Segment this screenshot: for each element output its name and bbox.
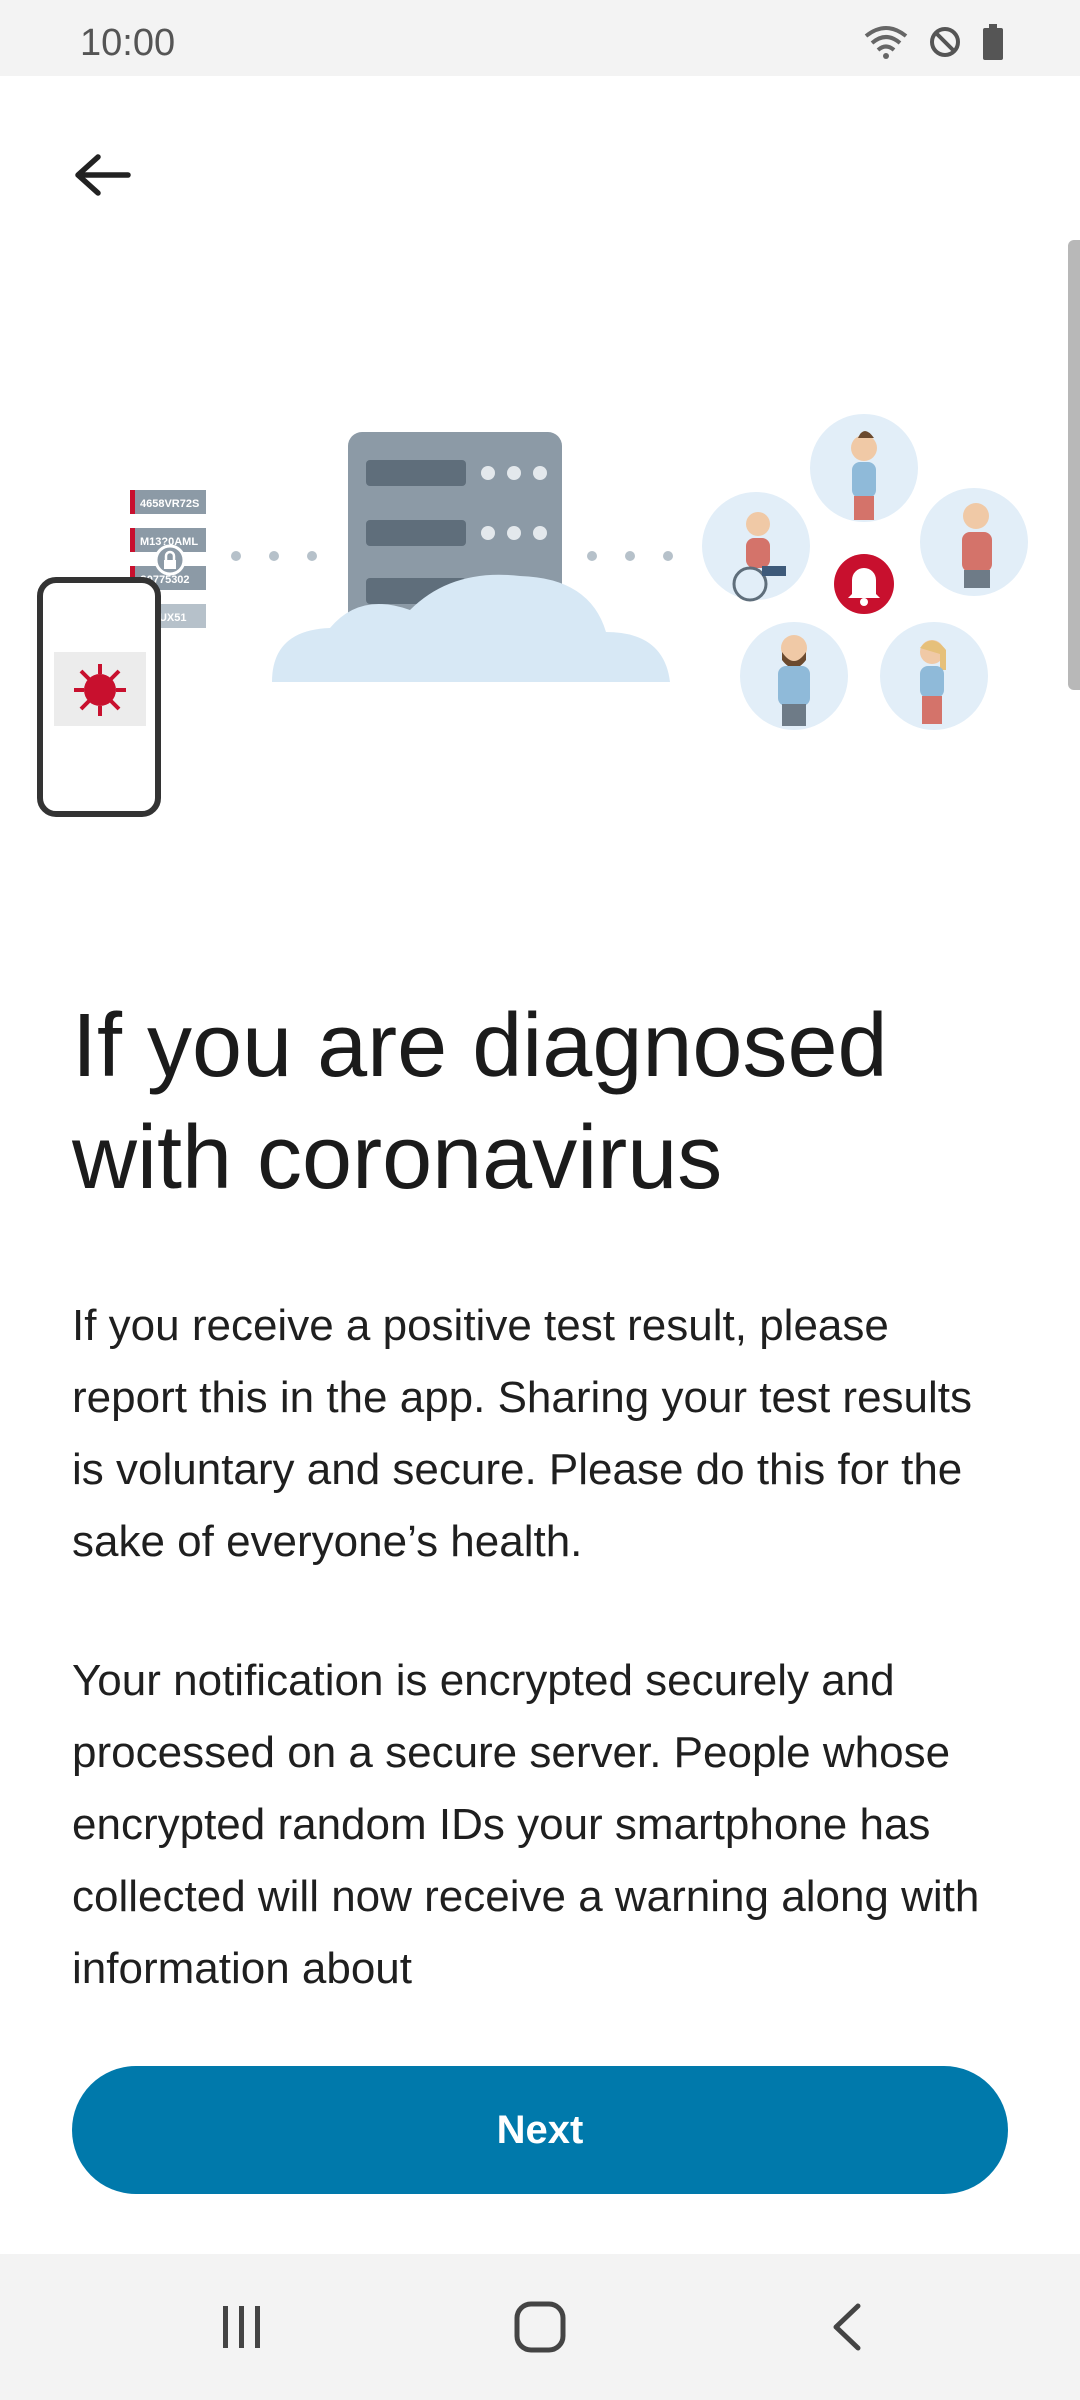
status-icons — [864, 24, 1004, 65]
server-illustration — [272, 432, 670, 682]
recent-apps-icon — [223, 2306, 260, 2348]
id-label: 4658VR72S — [140, 498, 199, 510]
paragraph-encryption: Your notification is encrypted securely … — [72, 1656, 980, 1985]
people-group — [702, 414, 1028, 730]
connection-dots — [231, 551, 317, 561]
home-icon — [514, 2301, 566, 2353]
status-bar: 10:00 — [0, 0, 1080, 76]
virus-icon — [74, 664, 126, 716]
back-nav-button[interactable] — [796, 2284, 896, 2370]
battery-icon — [982, 24, 1004, 65]
cloud-icon — [272, 574, 670, 682]
status-time: 10:00 — [80, 22, 176, 64]
home-button[interactable] — [490, 2284, 590, 2370]
connection-dots — [587, 551, 673, 561]
navigation-bar — [0, 2254, 1080, 2400]
do-not-disturb-icon — [928, 25, 962, 64]
back-button[interactable] — [56, 128, 150, 222]
paragraph-report: If you receive a positive test result, p… — [72, 1301, 973, 1566]
next-button[interactable]: Next — [72, 2066, 1008, 2194]
wifi-icon — [864, 24, 908, 65]
page-title: If you are diagnosed with coronavirus — [72, 996, 888, 1208]
recent-apps-button[interactable] — [192, 2284, 292, 2370]
back-nav-icon — [833, 2303, 861, 2351]
arrow-left-icon — [75, 154, 131, 196]
illustration: 4658VR72S M13?0AML ?0775302 ?40UX51 — [0, 380, 1080, 840]
app-bar — [0, 76, 1080, 246]
